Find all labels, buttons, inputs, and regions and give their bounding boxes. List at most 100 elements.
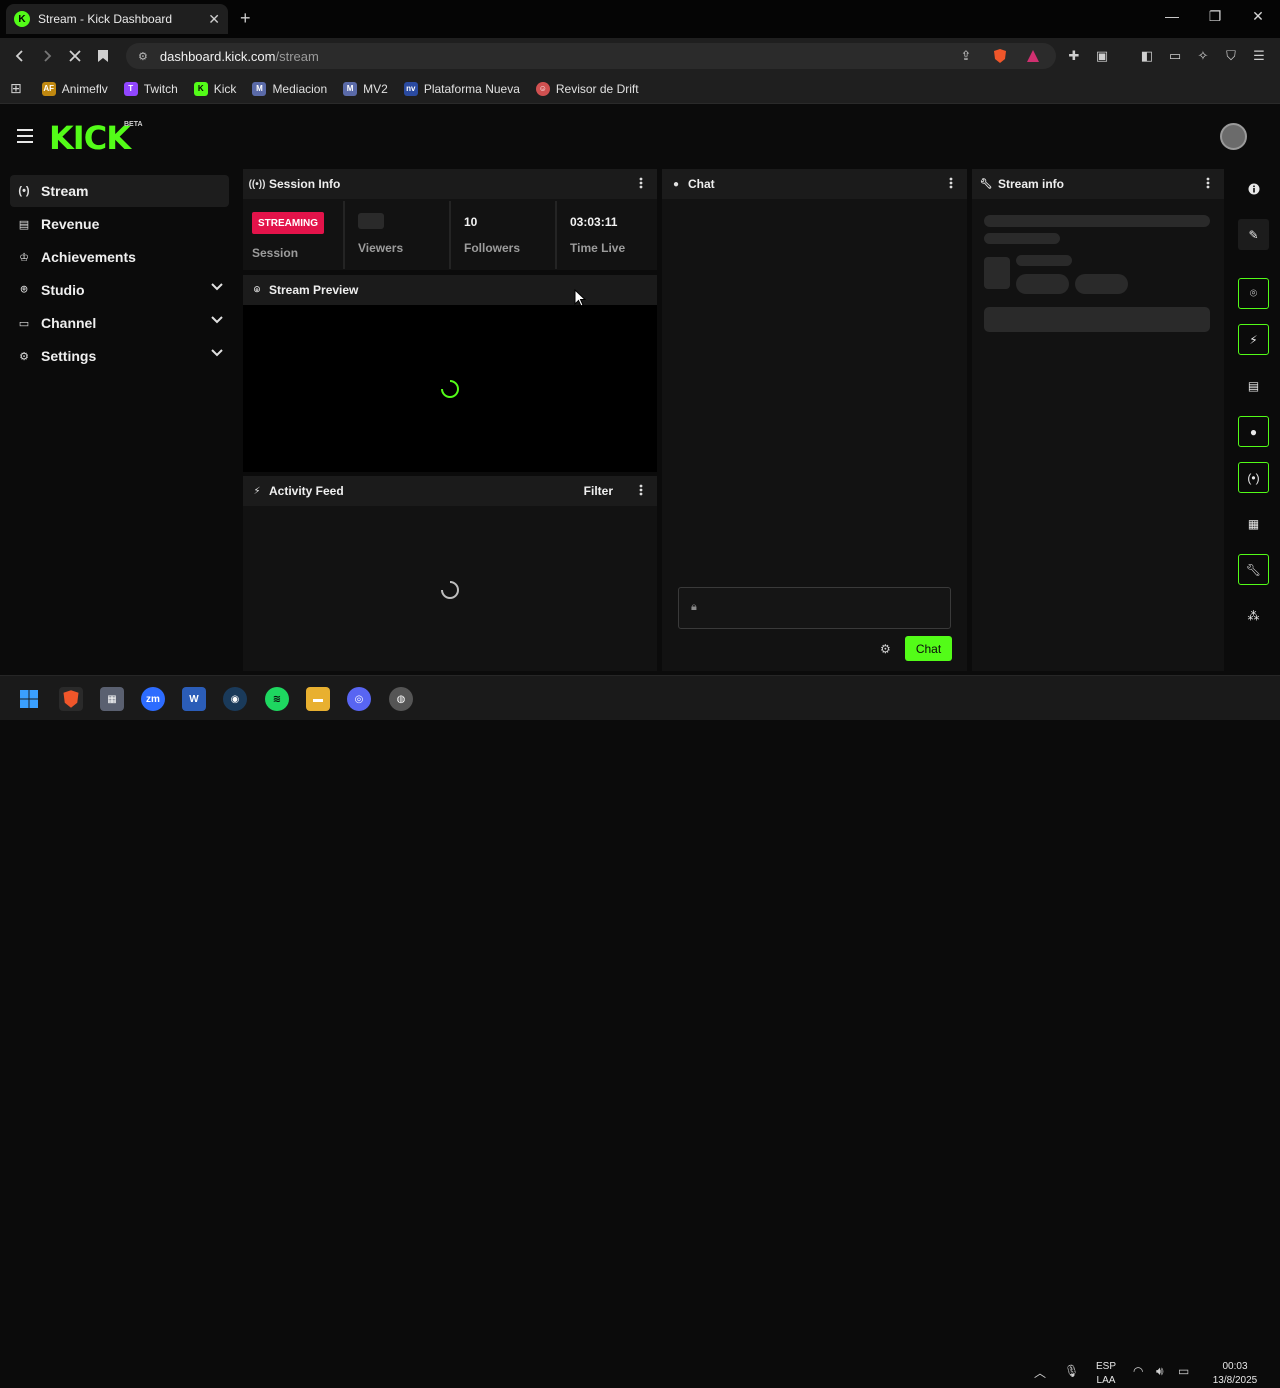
kebab-menu-icon[interactable] bbox=[949, 177, 953, 189]
document-icon[interactable]: ▤ bbox=[1238, 370, 1269, 401]
brave-browser-icon[interactable] bbox=[59, 687, 83, 711]
panel-title: Stream info bbox=[998, 177, 1065, 191]
steam-icon[interactable]: ◉ bbox=[223, 687, 247, 711]
discord-icon[interactable]: ◎ bbox=[347, 687, 371, 711]
chat-input[interactable]: 🔒︎ bbox=[678, 587, 951, 629]
bookmark-animeflv[interactable]: AF Animeflv bbox=[41, 81, 108, 96]
status-badge: STREAMING bbox=[252, 212, 324, 234]
followers-value: 10 bbox=[464, 215, 478, 229]
nodes-icon[interactable]: ⁂ bbox=[1238, 600, 1269, 631]
bookmark-twitch[interactable]: T Twitch bbox=[123, 81, 178, 96]
bookmark-label: Plataforma Nueva bbox=[423, 81, 520, 96]
sidebar-item-revenue[interactable]: ▤ Revenue bbox=[10, 208, 229, 240]
battery-icon[interactable]: ▭ bbox=[1178, 1364, 1189, 1378]
sidebar-toggle-icon[interactable]: ◧ bbox=[1139, 48, 1155, 64]
volume-icon[interactable]: 🔊︎ bbox=[1156, 1364, 1164, 1379]
hamburger-menu-icon[interactable] bbox=[17, 129, 33, 143]
sidebar-item-stream[interactable]: (•) Stream bbox=[10, 175, 229, 207]
window-close-icon[interactable]: ✕ bbox=[1248, 8, 1268, 25]
kebab-menu-icon[interactable] bbox=[639, 484, 643, 496]
menu-icon[interactable]: ☰ bbox=[1251, 48, 1267, 64]
zoom-icon[interactable]: zm bbox=[141, 687, 165, 711]
lang-code: ESP bbox=[1095, 1361, 1116, 1372]
calculator-icon[interactable]: ▦ bbox=[100, 687, 124, 711]
reader-icon[interactable]: ▣ bbox=[1094, 48, 1110, 64]
spotify-icon[interactable]: ≋ bbox=[265, 687, 289, 711]
stream-preview-panel: ⌾ Stream Preview bbox=[243, 275, 657, 472]
browser-tab[interactable]: K Stream - Kick Dashboard ✕ bbox=[6, 4, 228, 34]
panel-title: Stream Preview bbox=[269, 283, 359, 297]
info-icon[interactable] bbox=[1238, 173, 1269, 204]
chat-send-button[interactable]: Chat bbox=[905, 636, 952, 661]
kebab-menu-icon[interactable] bbox=[639, 177, 643, 189]
tray-expand-icon[interactable]: ︿ bbox=[1034, 1364, 1046, 1381]
stop-loading-icon[interactable] bbox=[65, 46, 85, 66]
lang-layout: LAA bbox=[1096, 1375, 1116, 1386]
browser-toolbar: ⚙ dashboard.kick.com/stream ⇪ ✚ ▣ ◧ ▭ ✧ … bbox=[0, 38, 1280, 74]
wrench-tool-icon[interactable]: 🔧︎ bbox=[1238, 554, 1269, 585]
chat-settings-gear-icon[interactable]: ⚙ bbox=[880, 642, 891, 656]
plataforma-icon: nv bbox=[403, 81, 418, 96]
bookmark-kick[interactable]: K Kick bbox=[193, 81, 236, 96]
new-tab-button[interactable]: + bbox=[240, 8, 251, 29]
share-icon[interactable]: ⇪ bbox=[958, 48, 974, 64]
broadcast-icon: (•) bbox=[18, 185, 30, 197]
forward-icon[interactable] bbox=[37, 46, 57, 66]
brave-shields-icon[interactable] bbox=[992, 48, 1008, 64]
extensions-icon[interactable]: ✚ bbox=[1066, 48, 1082, 64]
divider bbox=[555, 201, 557, 269]
filter-button[interactable]: Filter bbox=[584, 484, 613, 498]
brave-rewards-icon[interactable] bbox=[1025, 48, 1041, 64]
preview-icon: ⌾ bbox=[254, 284, 260, 296]
sidebar-item-settings[interactable]: ⚙ Settings bbox=[10, 340, 229, 372]
tab-close-icon[interactable]: ✕ bbox=[208, 11, 220, 28]
time-live-value: 03:03:11 bbox=[570, 215, 618, 229]
edit-pencil-icon[interactable]: ✎ bbox=[1238, 219, 1269, 250]
leo-ai-icon[interactable]: ✧ bbox=[1195, 48, 1211, 64]
sidebar-item-achievements[interactable]: ♔ Achievements bbox=[10, 241, 229, 273]
twitch-icon: T bbox=[123, 81, 138, 96]
bookmark-icon[interactable] bbox=[93, 46, 113, 66]
chat-tool-icon[interactable]: ● bbox=[1238, 416, 1269, 447]
preview-tool-icon[interactable]: ⌾ bbox=[1238, 278, 1269, 309]
clock[interactable]: 00:03 13/8/2025 bbox=[1206, 1360, 1264, 1388]
chevron-down-icon bbox=[211, 349, 223, 357]
microphone-icon[interactable]: 🎙︎ bbox=[1064, 1364, 1079, 1378]
lightning-tool-icon[interactable]: ⚡ bbox=[1238, 324, 1269, 355]
bookmark-plataforma-nueva[interactable]: nv Plataforma Nueva bbox=[403, 81, 520, 96]
sidebar-item-studio[interactable]: ⌾ Studio bbox=[10, 274, 229, 306]
bookmark-label: Twitch bbox=[143, 81, 178, 96]
layout-icon[interactable]: ▦ bbox=[1238, 508, 1269, 539]
kebab-menu-icon[interactable] bbox=[1206, 177, 1210, 189]
channel-icon: ▭ bbox=[18, 317, 30, 330]
bookmark-mv2[interactable]: M MV2 bbox=[343, 81, 388, 96]
bookmark-mediacion[interactable]: M Mediacion bbox=[252, 81, 327, 96]
windows-start-icon[interactable] bbox=[17, 687, 41, 711]
skeleton-tag bbox=[1075, 274, 1128, 294]
wallet-icon[interactable]: ▭ bbox=[1167, 48, 1183, 64]
minimize-icon[interactable]: — bbox=[1162, 8, 1182, 24]
word-icon[interactable]: W bbox=[182, 687, 206, 711]
avatar[interactable] bbox=[1220, 123, 1247, 150]
sidebar-item-channel[interactable]: ▭ Channel bbox=[10, 307, 229, 339]
lightning-icon: ⚡ bbox=[253, 485, 261, 497]
address-bar[interactable]: ⚙ dashboard.kick.com/stream bbox=[126, 43, 1056, 69]
broadcast-tool-icon[interactable]: (•) bbox=[1238, 462, 1269, 493]
language-indicator[interactable]: ESP LAA bbox=[1092, 1360, 1120, 1388]
url-host: dashboard.kick.com bbox=[159, 48, 276, 64]
skeleton-thumb bbox=[984, 257, 1010, 289]
back-icon[interactable] bbox=[10, 46, 30, 66]
wifi-icon[interactable]: ◠ bbox=[1133, 1364, 1143, 1378]
file-explorer-icon[interactable]: ▬ bbox=[306, 687, 330, 711]
activity-feed-panel: ⚡ Activity Feed Filter bbox=[243, 476, 657, 671]
bookmark-revisor-drift[interactable]: ☺ Revisor de Drift bbox=[535, 81, 639, 96]
obs-icon[interactable]: ◍ bbox=[389, 687, 413, 711]
wrench-icon: 🔧︎ bbox=[979, 178, 993, 190]
maximize-icon[interactable]: ❐ bbox=[1205, 8, 1225, 25]
kick-logo[interactable]: KICK bbox=[49, 119, 131, 157]
vpn-icon[interactable]: ⛉ bbox=[1223, 48, 1239, 64]
bookmark-label: MV2 bbox=[363, 81, 388, 96]
site-settings-icon[interactable]: ⚙ bbox=[138, 50, 148, 63]
chevron-down-icon bbox=[211, 283, 223, 291]
apps-grid-icon[interactable]: ⊞ bbox=[10, 80, 22, 97]
